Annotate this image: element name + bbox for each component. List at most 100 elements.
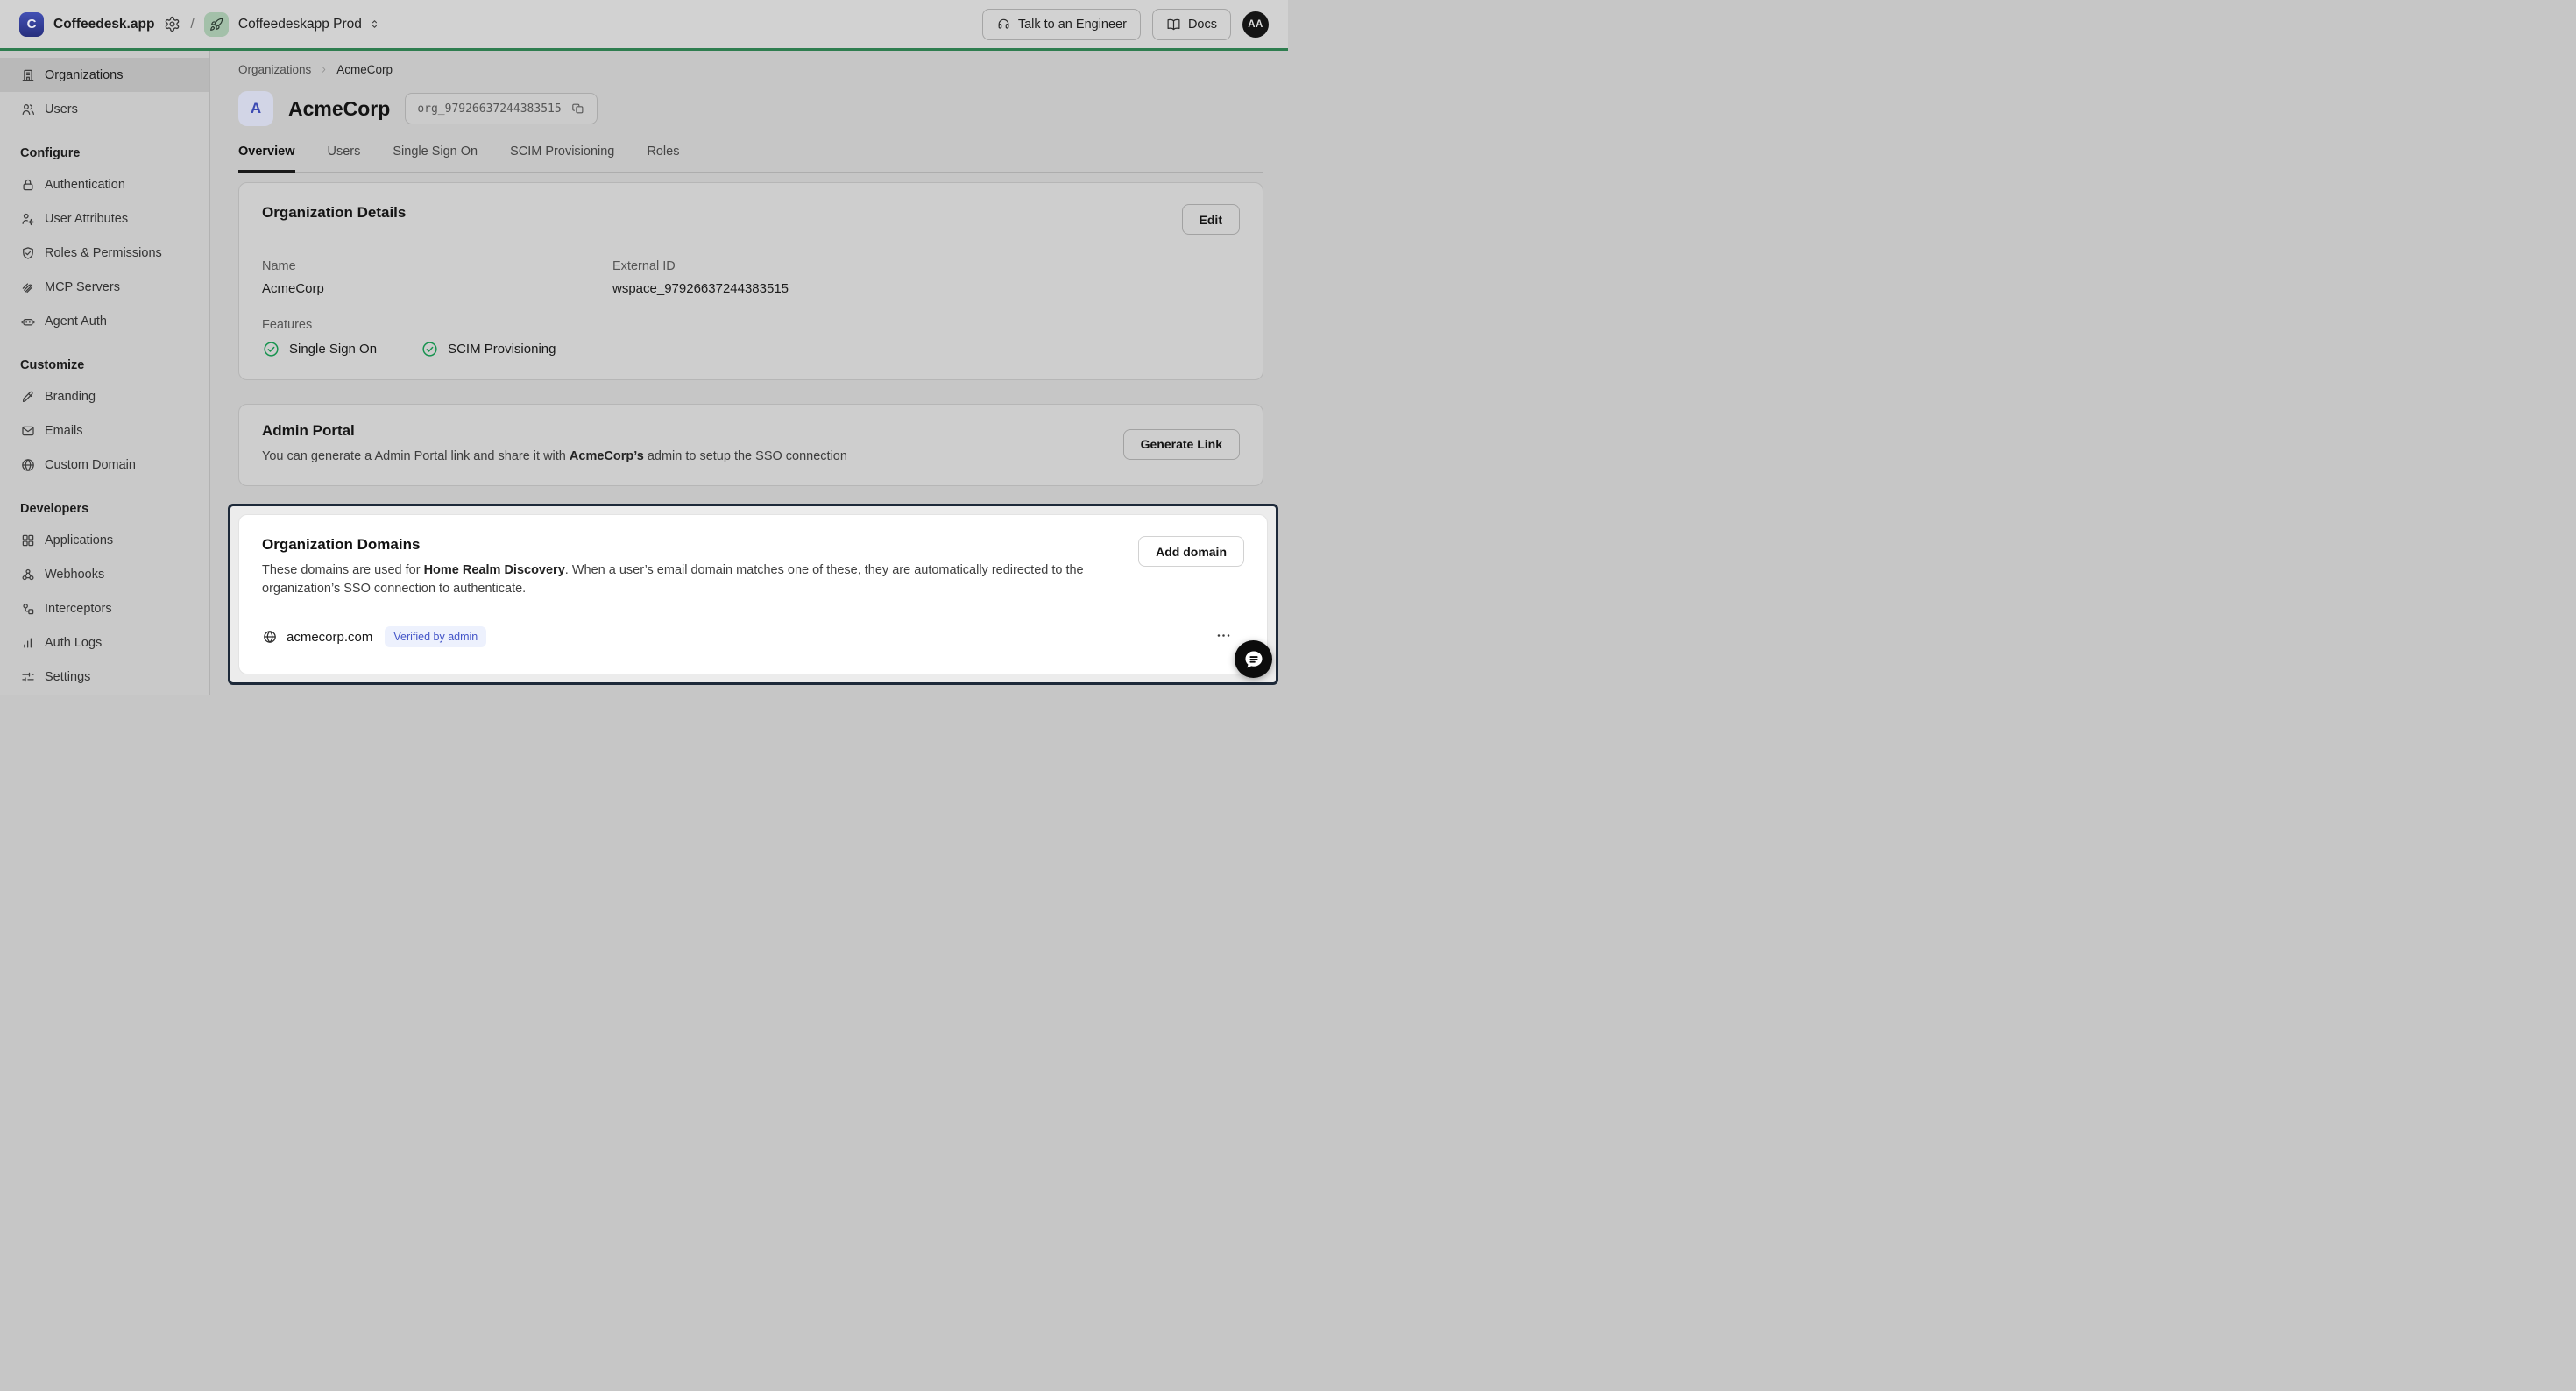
org-domains-title: Organization Domains — [262, 536, 1138, 554]
field-name: Name AcmeCorp — [262, 259, 612, 296]
sidebar-item-label: MCP Servers — [45, 280, 120, 294]
field-value: AcmeCorp — [262, 281, 612, 296]
sidebar-item-label: Roles & Permissions — [45, 246, 162, 260]
grid-icon — [20, 533, 36, 548]
sidebar-item-emails[interactable]: Emails — [0, 413, 209, 448]
org-domains-highlight: Organization Domains These domains are u… — [228, 504, 1278, 685]
sidebar-item-mcp-servers[interactable]: MCP Servers — [0, 270, 209, 304]
breadcrumb-item-acmecorp: AcmeCorp — [336, 63, 393, 76]
sidebar-item-users[interactable]: Users — [0, 92, 209, 126]
building-icon — [20, 67, 36, 83]
breadcrumb-separator-icon — [319, 65, 329, 74]
sliders-icon — [20, 669, 36, 685]
workspace-settings-gear-icon[interactable] — [164, 16, 180, 32]
talk-to-engineer-button[interactable]: Talk to an Engineer — [982, 9, 1141, 40]
sidebar-item-applications[interactable]: Applications — [0, 523, 209, 557]
check-circle-icon — [421, 340, 439, 358]
app-name: Coffeedesk.app — [53, 17, 154, 32]
lock-icon — [20, 177, 36, 193]
sidebar-item-label: Interceptors — [45, 602, 112, 616]
sidebar-item-interceptors[interactable]: Interceptors — [0, 591, 209, 625]
sidebar-item-agent-auth[interactable]: Agent Auth — [0, 304, 209, 338]
feature-label: SCIM Provisioning — [448, 342, 556, 357]
docs-button[interactable]: Docs — [1152, 9, 1231, 40]
tab-scim-provisioning[interactable]: SCIM Provisioning — [510, 145, 614, 173]
sidebar-item-custom-domain[interactable]: Custom Domain — [0, 448, 209, 482]
talk-to-engineer-label: Talk to an Engineer — [1018, 18, 1127, 32]
tab-single-sign-on[interactable]: Single Sign On — [393, 145, 478, 173]
sidebar-item-label: User Attributes — [45, 212, 128, 226]
sidebar-item-roles-permissions[interactable]: Roles & Permissions — [0, 236, 209, 270]
environment-name[interactable]: Coffeedeskapp Prod — [238, 17, 362, 32]
sidebar-item-label: Users — [45, 102, 78, 117]
sidebar-item-label: Authentication — [45, 178, 125, 192]
sidebar-section-customize: Customize — [0, 358, 209, 372]
brush-icon — [20, 389, 36, 405]
edit-button[interactable]: Edit — [1182, 204, 1240, 235]
field-value: wspace_97926637244383515 — [612, 281, 1240, 296]
app-logo: C — [19, 12, 44, 37]
org-details-fields: NameAcmeCorpExternal IDwspace_9792663724… — [262, 259, 1240, 296]
rocket-icon — [209, 18, 223, 32]
org-details-card: Organization Details Edit NameAcmeCorpEx… — [238, 182, 1263, 380]
sidebar-item-auth-logs[interactable]: Auth Logs — [0, 625, 209, 660]
chat-fab[interactable] — [1235, 640, 1272, 678]
robot-icon — [20, 314, 36, 329]
copy-icon[interactable] — [571, 102, 585, 116]
domain-row: acmecorp.com Verified by admin — [262, 626, 1244, 647]
headset-icon — [996, 17, 1011, 32]
tab-users[interactable]: Users — [328, 145, 361, 173]
sidebar: Organizations Users Configure Authenticatio… — [0, 51, 210, 696]
sidebar-item-label: Agent Auth — [45, 314, 107, 328]
org-id-value: org_97926637244383515 — [417, 102, 561, 116]
field-label: Name — [262, 259, 612, 273]
environment-chip — [204, 12, 229, 37]
sidebar-item-label: Applications — [45, 533, 113, 547]
globe-icon — [262, 629, 278, 645]
main-content: Organizations AcmeCorp A AcmeCorp org_979… — [210, 51, 1288, 696]
admin-portal-title: Admin Portal — [262, 422, 847, 440]
sidebar-item-user-attributes[interactable]: User Attributes — [0, 201, 209, 236]
tab-bar: Overview Users Single Sign On SCIM Provisio… — [238, 145, 1263, 173]
org-domains-description: These domains are used for Home Realm Di… — [262, 561, 1138, 598]
feature-scim-provisioning: SCIM Provisioning — [421, 340, 556, 358]
chat-icon — [1242, 648, 1265, 671]
feature-single-sign-on: Single Sign On — [262, 340, 377, 358]
sidebar-item-label: Emails — [45, 424, 83, 438]
topbar: C Coffeedesk.app / Coffeedeskapp Prod Ta… — [0, 0, 1288, 51]
admin-portal-description: You can generate a Admin Portal link and… — [262, 448, 847, 466]
tab-overview[interactable]: Overview — [238, 145, 295, 173]
org-avatar: A — [238, 91, 273, 126]
sidebar-item-settings[interactable]: Settings — [0, 660, 209, 694]
sidebar-item-label: Webhooks — [45, 568, 104, 582]
sidebar-item-authentication[interactable]: Authentication — [0, 167, 209, 201]
users-icon — [20, 102, 36, 117]
check-circle-icon — [262, 340, 280, 358]
user-avatar[interactable]: AA — [1242, 11, 1269, 38]
mcp-icon — [20, 279, 36, 295]
page-header: A AcmeCorp org_97926637244383515 — [238, 91, 1263, 126]
generate-link-button[interactable]: Generate Link — [1123, 429, 1240, 460]
breadcrumb: Organizations AcmeCorp — [238, 63, 1263, 76]
sidebar-item-webhooks[interactable]: Webhooks — [0, 557, 209, 591]
tab-roles[interactable]: Roles — [647, 145, 679, 173]
add-domain-button[interactable]: Add domain — [1138, 536, 1244, 567]
sidebar-section-configure: Configure — [0, 146, 209, 160]
sidebar-item-label: Settings — [45, 670, 90, 684]
org-details-title: Organization Details — [262, 204, 406, 222]
domain-name: acmecorp.com — [287, 630, 372, 645]
sidebar-item-organizations[interactable]: Organizations — [0, 58, 209, 92]
domain-menu-button[interactable] — [1215, 627, 1232, 646]
page-title: AcmeCorp — [288, 97, 390, 121]
path-separator: / — [190, 17, 194, 32]
environment-switcher-icon[interactable] — [368, 18, 381, 31]
verified-badge: Verified by admin — [385, 626, 486, 647]
sidebar-item-branding[interactable]: Branding — [0, 379, 209, 413]
domain-list: acmecorp.com Verified by admin — [262, 626, 1244, 647]
webhook-icon — [20, 567, 36, 583]
breadcrumb-item-organizations[interactable]: Organizations — [238, 63, 311, 76]
user-gear-icon — [20, 211, 36, 227]
sidebar-section-developers: Developers — [0, 502, 209, 516]
org-id-pill: org_97926637244383515 — [405, 93, 597, 124]
ellipsis-icon — [1215, 627, 1232, 644]
